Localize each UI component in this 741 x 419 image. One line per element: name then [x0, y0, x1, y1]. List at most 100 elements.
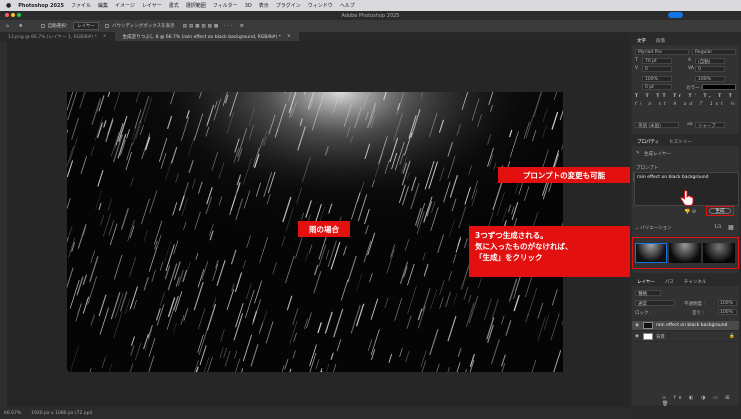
tab-character[interactable]: 文字	[632, 38, 651, 44]
hscale-value: 100%	[698, 77, 711, 82]
prompt-text: rain effect on black background	[637, 175, 709, 180]
maximize-window-button[interactable]	[17, 13, 21, 17]
settings-icon[interactable]: ⚙	[240, 24, 244, 29]
menu-bar: ● Photoshop 2025 ファイル 編集 イメージ レイヤー 書式 選択…	[0, 0, 741, 11]
menu-select[interactable]: 選択範囲	[186, 2, 206, 9]
menu-edit[interactable]: 編集	[98, 2, 108, 9]
text-style-buttons[interactable]: T T TT Tr T' T, T T	[635, 94, 735, 99]
generate-button[interactable]: 生成	[709, 208, 731, 214]
opentype-buttons[interactable]: fi σ st A ad T 1st ½	[635, 102, 738, 107]
status-bar: 66.67% 1920 px x 1080 px (72 ppi)	[0, 407, 630, 419]
tab-history[interactable]: ヒストリー	[664, 139, 697, 145]
antialias-select[interactable]: シャープ	[695, 122, 725, 129]
vscale-field[interactable]: 100%	[642, 76, 672, 82]
tracking-value: 0	[698, 67, 701, 72]
generate-label: 生成	[715, 209, 725, 214]
layer-type-label: 生成レイヤー	[644, 152, 671, 157]
menu-window[interactable]: ウィンドウ	[308, 2, 333, 9]
home-icon[interactable]: ⌂	[6, 24, 9, 29]
hscale-field[interactable]: 100%	[695, 76, 725, 82]
move-tool-icon[interactable]: ✥	[19, 24, 23, 29]
fill-field[interactable]: 100%	[718, 309, 737, 315]
opacity-label: 不透明度 :	[684, 302, 705, 307]
layer-name[interactable]: 背景	[656, 334, 665, 340]
options-bar: ⌂ ✥ 自動選択： レイヤー バウンディングボックスを表示 ▥▤▦▧▨▩ ···…	[0, 20, 741, 32]
variation-callout-line2: 気に入ったものがなければ、	[475, 242, 573, 251]
menu-type[interactable]: 書式	[169, 2, 179, 9]
blend-mode-select[interactable]: 通常	[635, 300, 675, 307]
menu-plugins[interactable]: プラグイン	[276, 2, 301, 9]
language-select[interactable]: 英語 (米国)	[635, 122, 679, 129]
tab-paths[interactable]: パス	[660, 279, 679, 285]
leading-value: (自動)	[698, 60, 711, 65]
leading-field[interactable]: (自動)	[695, 58, 725, 65]
layer-actions[interactable]: ∞ fx ◐ ◑ ▭ ⊞ 🗑	[662, 395, 739, 407]
baseline-value: 0 pt	[645, 85, 654, 90]
kerning-value: 0	[645, 67, 648, 72]
prompt-label: プロンプト	[636, 166, 659, 171]
layer-name[interactable]: rain effect on black background	[656, 323, 727, 328]
font-style-value: Regular	[695, 50, 713, 55]
layer-row[interactable]: ◉ rain effect on black background	[632, 321, 739, 331]
transform-checkbox[interactable]	[105, 24, 110, 28]
layers-panel: レイヤー パス チャンネル 種類 通常 不透明度 : 100% ロック : 塗り…	[632, 277, 739, 407]
close-window-button[interactable]	[5, 13, 9, 17]
font-family-select[interactable]: Myriad Pro	[635, 49, 689, 55]
menu-layer[interactable]: レイヤー	[142, 2, 162, 9]
canvas-area[interactable]: 雨の場合 プロンプトの変更も可能 3つずつ生成される。 気に入ったものがなければ…	[7, 41, 630, 407]
variation-thumb-3[interactable]	[703, 243, 735, 263]
layer-dropdown[interactable]: レイヤー	[73, 22, 100, 30]
layer-row[interactable]: ◉ 背景 🔒	[632, 332, 739, 342]
variation-thumb-2[interactable]	[669, 243, 701, 263]
lock-label: ロック :	[635, 311, 652, 316]
apple-icon[interactable]: ●	[6, 2, 11, 9]
font-size-field[interactable]: 70 pt	[642, 58, 672, 64]
visibility-icon[interactable]: ◉	[635, 334, 639, 339]
language-value: 英語 (米国)	[638, 124, 661, 129]
menu-filter[interactable]: フィルター	[213, 2, 238, 9]
visibility-icon[interactable]: ◉	[635, 323, 639, 328]
layer-filter-select[interactable]: 種類	[635, 290, 661, 297]
grid-view-icon[interactable]: ▦	[728, 224, 734, 231]
auto-select-checkbox[interactable]	[40, 24, 45, 28]
thumbs-icons[interactable]: 👎 ⊘	[684, 209, 696, 215]
fill-label: 塗り :	[692, 311, 704, 316]
close-icon[interactable]: ×	[103, 34, 107, 39]
layer-thumbnail	[642, 322, 653, 329]
doc-tab-1[interactable]: 13.png @ 66.7% (レイヤー 1, RGB/8#) * ×	[0, 32, 115, 41]
tab-paragraph[interactable]: 段落	[651, 38, 670, 44]
variation-thumb-1[interactable]	[635, 243, 667, 263]
transform-label: バウンディングボックスを表示	[112, 24, 175, 29]
font-style-select[interactable]: Regular	[692, 49, 736, 55]
font-family-value: Myriad Pro	[638, 50, 662, 55]
share-button[interactable]	[668, 12, 683, 18]
close-icon[interactable]: ×	[287, 34, 291, 39]
color-swatch[interactable]	[702, 84, 736, 90]
menu-3d[interactable]: 3D	[245, 3, 252, 9]
toolbox[interactable]	[0, 41, 7, 407]
tab-properties[interactable]: プロパティ	[632, 139, 664, 145]
tab-layers[interactable]: レイヤー	[632, 279, 660, 285]
character-panel-tabs: 文字 段落	[632, 36, 739, 45]
menu-file[interactable]: ファイル	[71, 2, 91, 9]
pointer-hand-icon	[680, 190, 694, 206]
canvas-label-callout: 雨の場合	[298, 221, 350, 237]
doc-tab-2[interactable]: 生成塗りつぶし 8 @ 66.7% (rain effect on black …	[114, 32, 299, 41]
menu-help[interactable]: ヘルプ	[340, 2, 355, 9]
opacity-field[interactable]: 100%	[718, 300, 737, 306]
variation-callout-line1: 3つずつ生成される。	[475, 231, 548, 240]
tracking-field[interactable]: 0	[695, 66, 725, 72]
tab-channels[interactable]: チャンネル	[679, 279, 711, 285]
aa-label: aa	[687, 122, 693, 127]
zoom-level[interactable]: 66.67%	[4, 411, 21, 416]
antialias-value: シャープ	[698, 124, 716, 129]
menu-view[interactable]: 表示	[259, 2, 269, 9]
tracking-icon: VA	[688, 66, 694, 71]
align-icons[interactable]: ▥▤▦▧▨▩ ···	[183, 24, 234, 29]
minimize-window-button[interactable]	[11, 13, 15, 17]
menu-app[interactable]: Photoshop 2025	[18, 3, 64, 9]
menu-image[interactable]: イメージ	[115, 2, 135, 9]
kerning-field[interactable]: 0	[642, 66, 672, 72]
baseline-field[interactable]: 0 pt	[642, 84, 672, 90]
layer-filter-value: 種類	[638, 292, 647, 297]
